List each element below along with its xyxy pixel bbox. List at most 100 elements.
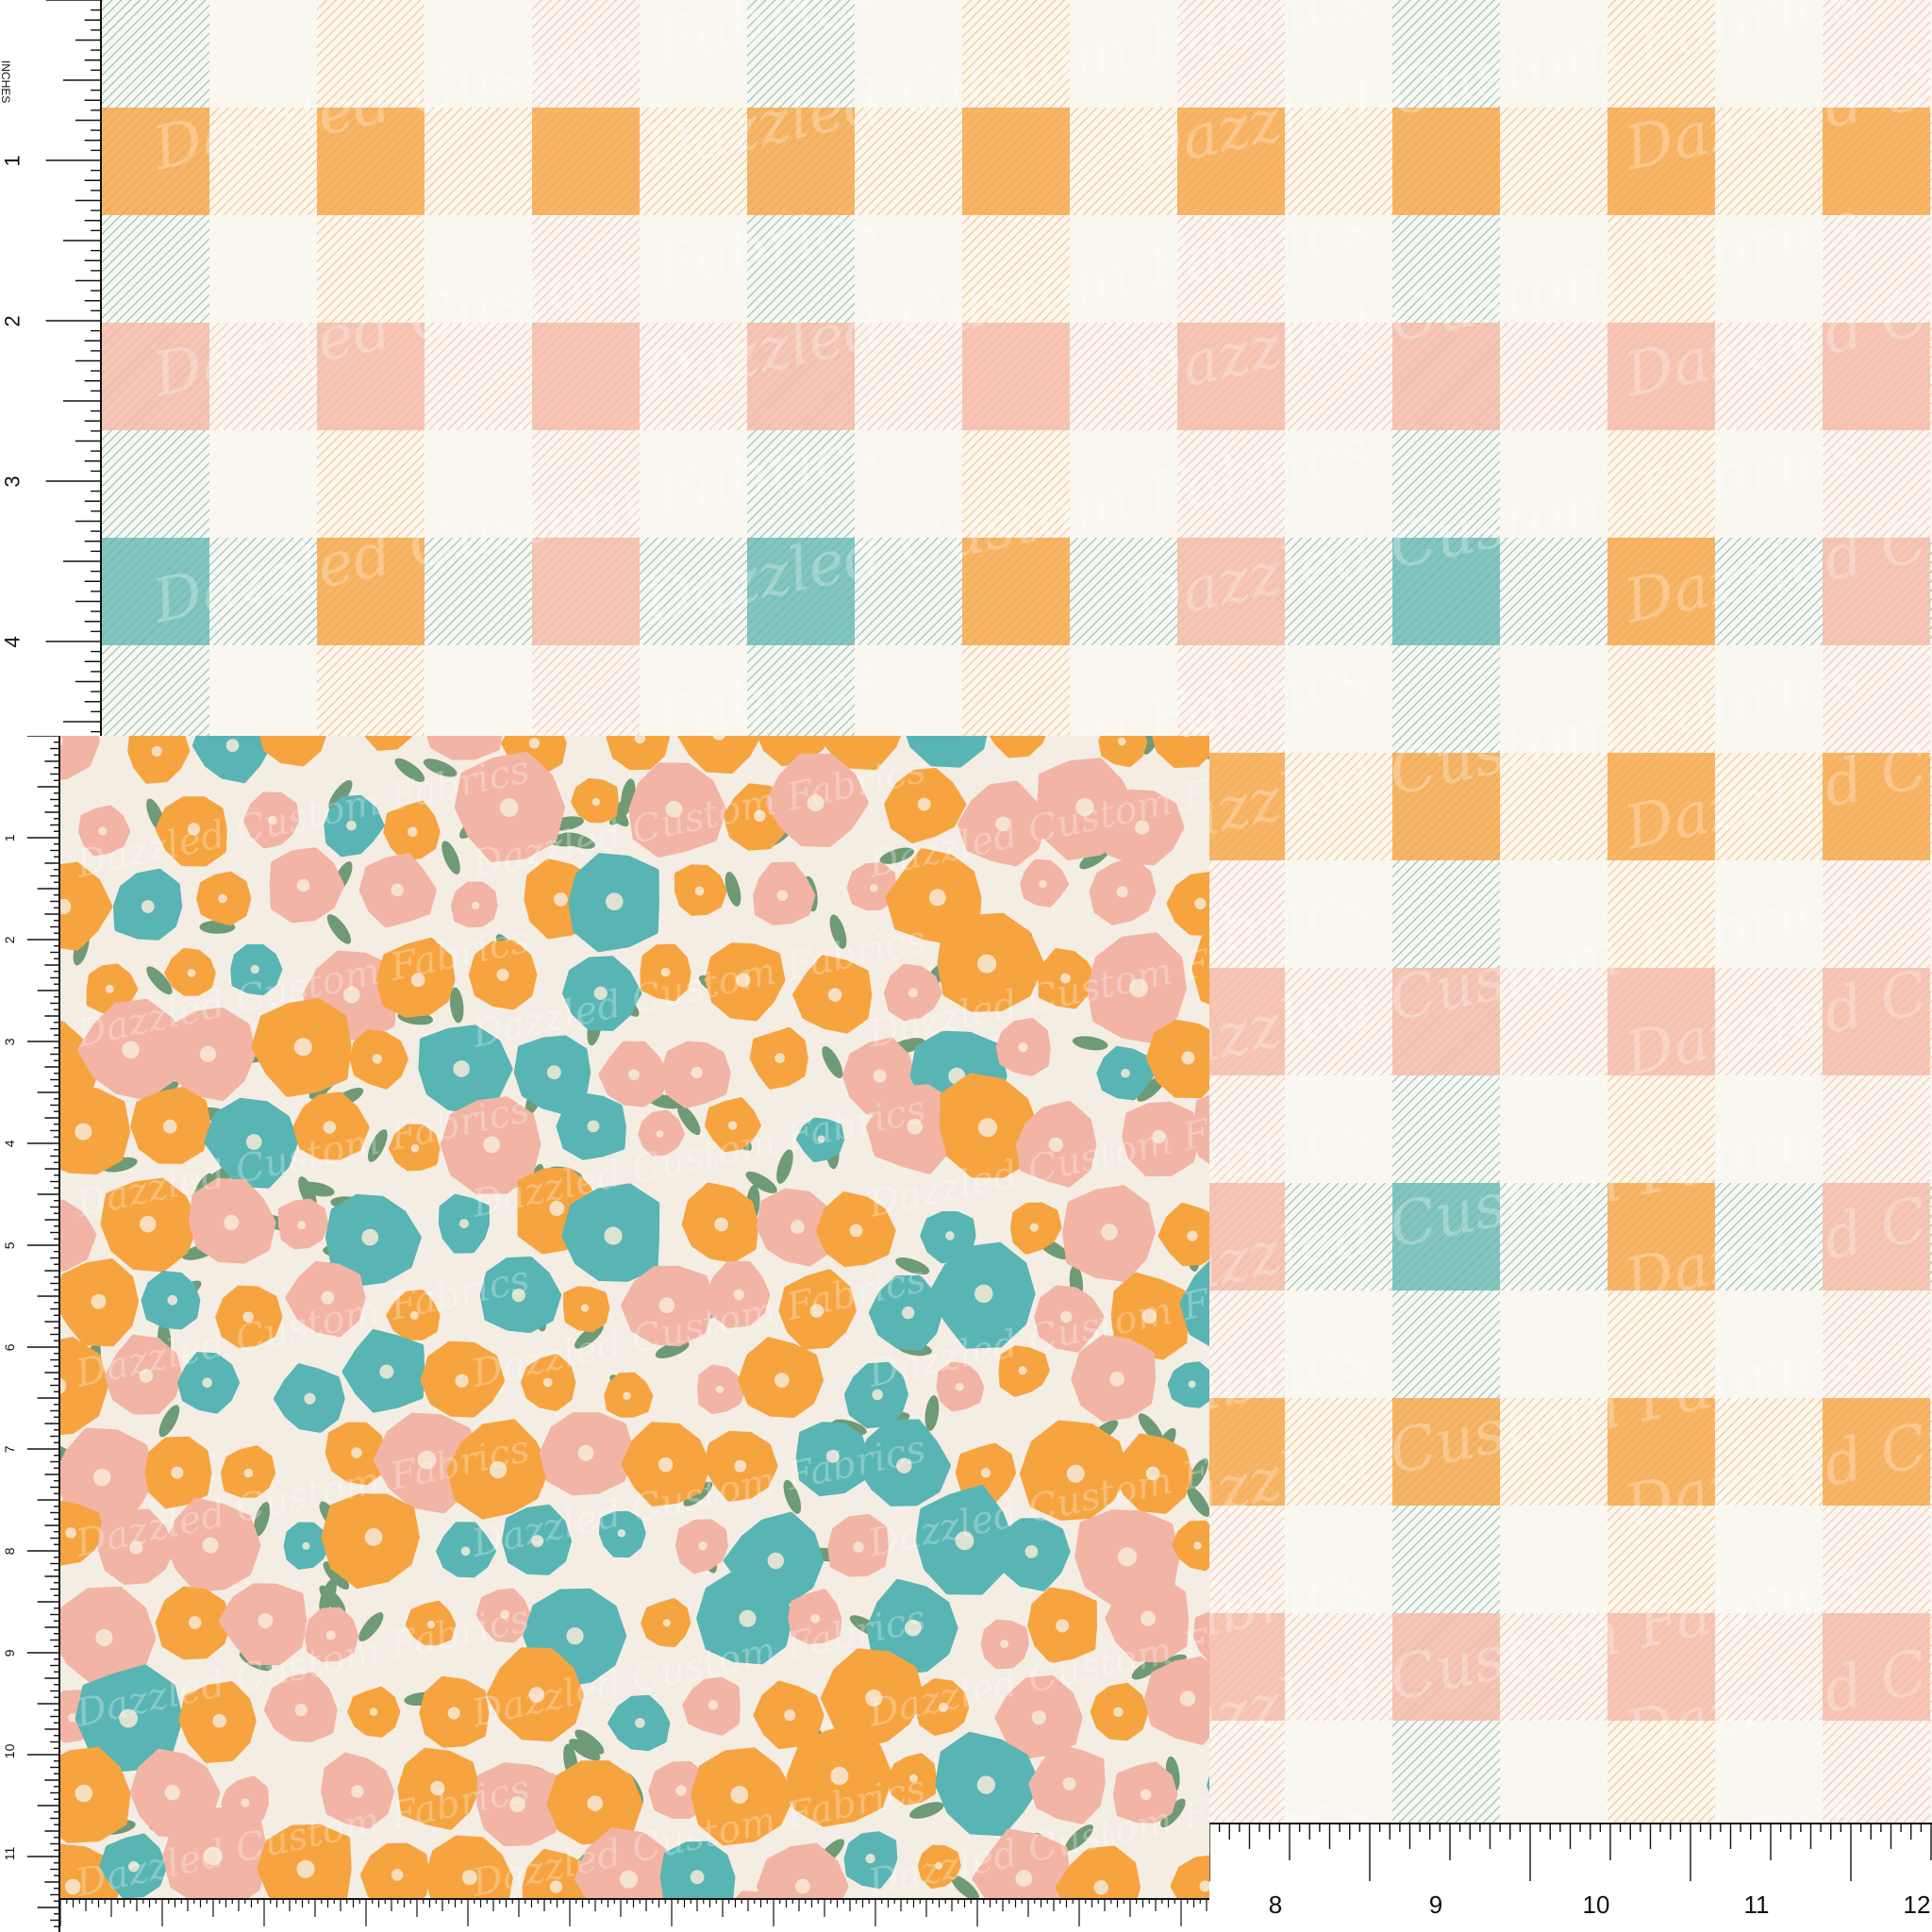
flower-center xyxy=(372,1054,382,1064)
flower-center xyxy=(1116,886,1128,898)
flower-center xyxy=(75,1123,92,1141)
plaid-intersection xyxy=(962,108,1070,215)
plaid-intersection xyxy=(532,108,640,215)
floral-bottom-inch-ruler xyxy=(60,1898,1209,1932)
flower-center xyxy=(1024,1544,1039,1558)
flower xyxy=(359,1842,430,1898)
flower-center xyxy=(1179,1690,1196,1707)
floral-fabric-swatch: Dazzled Custom Fabrics Dazzled Custom Fab… xyxy=(60,736,1209,1898)
flower-center xyxy=(591,797,601,807)
ruler-number: 4 xyxy=(2,1140,17,1147)
ruler-number: 3 xyxy=(0,475,24,487)
flower-center xyxy=(351,1785,364,1798)
flower-center xyxy=(458,1219,469,1229)
ruler-number: 10 xyxy=(2,1743,17,1758)
flower-center xyxy=(730,1786,749,1804)
flower-center xyxy=(774,1053,785,1064)
ruler-number: 2 xyxy=(0,315,24,326)
flower-center xyxy=(690,1870,705,1885)
flower-center xyxy=(296,878,310,892)
ruler-number: 7 xyxy=(2,1445,17,1453)
flower xyxy=(349,1029,408,1090)
flower xyxy=(277,1198,329,1250)
flower xyxy=(196,871,252,925)
ruler-number: 5 xyxy=(2,1241,17,1249)
flower-center xyxy=(917,797,931,811)
flower-center xyxy=(635,1718,645,1728)
flower-center xyxy=(849,1224,863,1238)
flower-center xyxy=(776,890,789,902)
flower xyxy=(60,1087,131,1174)
flower-center xyxy=(171,1466,184,1479)
left-inch-ruler: INCHES 1 2 3 4 xyxy=(0,0,102,736)
flower-center xyxy=(447,1707,460,1720)
flower xyxy=(1098,736,1148,768)
ruler-number: 11 xyxy=(2,1846,17,1860)
flower xyxy=(568,853,659,953)
flower-center xyxy=(1101,1224,1118,1241)
flower-center xyxy=(658,1457,674,1473)
flower xyxy=(674,864,727,916)
flower-center xyxy=(977,1118,997,1138)
flower-center xyxy=(304,1392,316,1405)
flower xyxy=(283,1522,330,1570)
flower-center xyxy=(151,745,162,758)
ruler-number: 8 xyxy=(2,1547,17,1555)
flower-center xyxy=(224,1214,240,1231)
ruler-number: 1 xyxy=(0,155,24,166)
flower-center xyxy=(1029,1223,1039,1232)
flower-center xyxy=(587,1120,600,1133)
flower-center xyxy=(790,1220,805,1234)
flower-center xyxy=(853,1541,864,1553)
flower-center xyxy=(714,1217,729,1232)
flower-center xyxy=(902,1306,915,1320)
flower xyxy=(1062,1185,1156,1282)
ruler-number: 8 xyxy=(1269,1890,1282,1919)
ruler-number: 4 xyxy=(0,636,24,647)
flower-center xyxy=(928,889,946,907)
flower-center xyxy=(873,1069,887,1083)
floral-bottom-ruler-ticks xyxy=(60,1898,1209,1926)
flower xyxy=(738,1337,824,1418)
flower-center xyxy=(455,1374,469,1388)
left-ruler-ticks: INCHES 1 2 3 4 xyxy=(0,0,102,736)
flower-center xyxy=(297,1221,307,1230)
floral-left-inch-ruler: 1 2 3 4 5 6 7 8 9 10 11 xyxy=(0,736,60,1932)
ruler-number: 2 xyxy=(2,936,17,943)
flower-center xyxy=(391,883,404,897)
flower-center xyxy=(471,901,480,910)
flower xyxy=(556,1092,626,1160)
flower-center xyxy=(202,1537,219,1554)
flower-center xyxy=(795,1878,810,1894)
flower-center xyxy=(91,1293,107,1309)
flower-center xyxy=(95,1628,113,1647)
flower xyxy=(563,1286,610,1333)
bottom-inch-ruler: 8 9 10 11 12 xyxy=(1209,1823,1932,1932)
flower-center xyxy=(623,1391,631,1400)
flower xyxy=(450,881,498,928)
flower-center xyxy=(566,1626,584,1645)
flower-center xyxy=(225,739,240,753)
flower-center xyxy=(453,1060,470,1077)
flower-center xyxy=(1056,1619,1070,1633)
flower-center xyxy=(604,1226,623,1245)
flower-center xyxy=(243,1468,254,1478)
flower-center xyxy=(294,1703,308,1717)
flower-center xyxy=(908,988,918,998)
flower-center xyxy=(379,1364,394,1379)
flower xyxy=(675,1519,728,1574)
flower xyxy=(155,1586,232,1660)
flower-center xyxy=(1181,1051,1195,1065)
flower-center xyxy=(361,1228,379,1246)
flower-petals xyxy=(60,1087,131,1174)
flower-center xyxy=(1193,1541,1202,1550)
flower-center xyxy=(656,1130,664,1139)
flower-center xyxy=(1188,1380,1196,1389)
flower-center xyxy=(167,1294,178,1306)
flower-center xyxy=(715,1385,724,1393)
ruler-number: 1 xyxy=(2,834,17,841)
flower-center xyxy=(698,1541,708,1551)
flower-center xyxy=(587,1795,603,1811)
flower xyxy=(347,1686,401,1738)
flower-center xyxy=(391,1869,404,1881)
